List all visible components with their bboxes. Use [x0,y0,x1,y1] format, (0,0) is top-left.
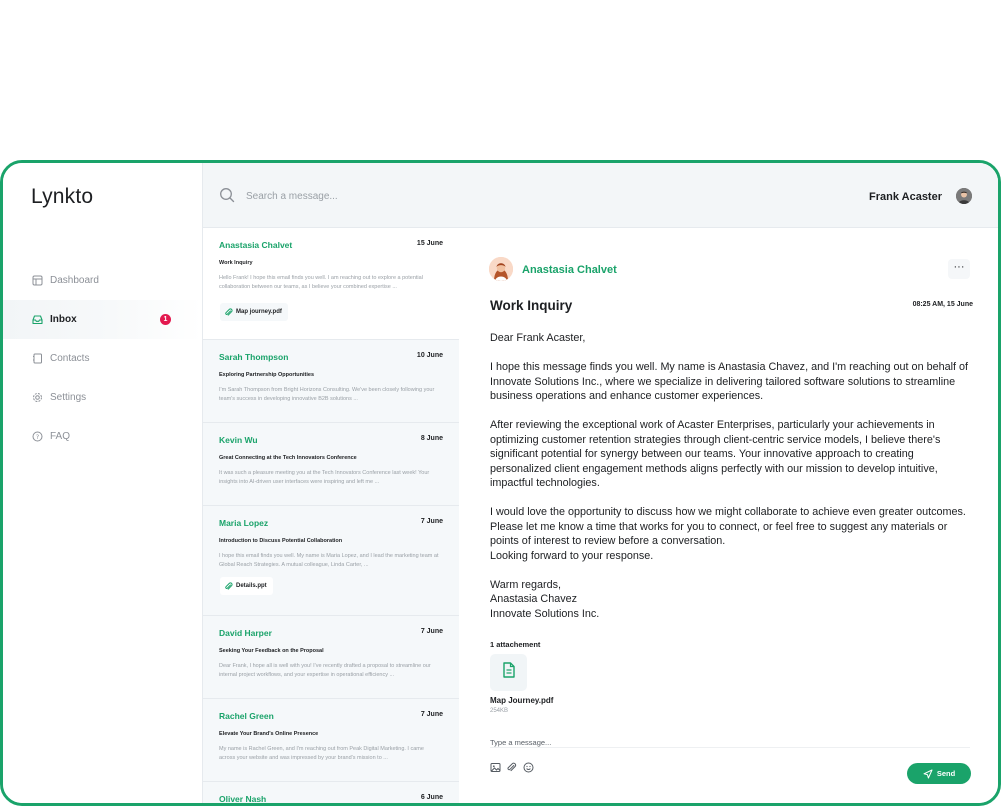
user-avatar[interactable] [956,188,972,204]
sidebar-item-label: FAQ [50,431,71,442]
email-closing-line: Looking forward to your response. [490,549,654,562]
email-view: Frank Acaster Anastasia Chalvet ··· Work… [459,163,998,803]
unread-badge: 1 [160,314,171,325]
list-item-date: 15 June [416,240,443,247]
sidebar-item-inbox[interactable]: Inbox 1 [3,300,202,339]
user-name: Frank Acaster [869,191,942,203]
svg-text:?: ? [36,433,39,441]
sidebar-item-label: Contacts [50,353,90,364]
list-item-sender: Sarah Thompson [219,352,289,362]
help-icon: ? [32,431,43,442]
sidebar-item-label: Inbox [50,314,77,325]
top-bar: Frank Acaster [459,163,998,228]
list-item-date: 6 June [420,794,443,801]
list-item-date: 7 June [420,518,443,525]
email-subject: Work Inquiry [490,298,573,313]
list-item-sender: Oliver Nash [219,794,267,804]
list-item[interactable]: Maria Lopez 7 June Introduction to Discu… [203,506,459,615]
divider [490,747,970,748]
list-item-subject: Seeking Your Feedback on the Proposal [219,648,324,654]
list-item-subject: Exploring Partnership Opportunities [219,372,315,378]
list-item-subject: Work Inquiry [219,260,253,266]
email-paragraph: I hope this message finds you well. My n… [490,361,968,402]
list-item-date: 10 June [416,352,443,359]
attachment-chip[interactable]: Map journey.pdf [220,303,288,321]
list-item-sender: Kevin Wu [219,435,258,445]
email-signature-name: Anastasia Chavez [490,593,578,605]
search-bar[interactable]: Search a message... [203,163,459,228]
sidebar-item-label: Dashboard [50,275,99,286]
sidebar-item-faq[interactable]: ? FAQ [3,417,202,456]
send-button-label: Send [936,769,956,778]
message-list-panel: Search a message... Anastasia Chalvet 15… [202,163,460,803]
list-item-date: 7 June [420,711,443,718]
list-item[interactable]: David Harper 7 June Seeking Your Feedbac… [203,616,459,698]
sidebar-item-label: Settings [50,392,87,403]
sidebar-item-dashboard[interactable]: Dashboard [3,261,202,300]
list-item[interactable]: Anastasia Chalvet 15 June Work Inquiry H… [203,228,459,339]
inbox-icon [32,314,43,325]
attachment-chip[interactable]: Details.ppt [220,577,273,595]
list-item[interactable]: Oliver Nash 6 June [203,782,459,804]
contacts-icon [32,353,43,364]
list-item-sender: David Harper [219,628,272,638]
list-item-preview: Hello Frank! I hope this email finds you… [219,275,423,290]
paperclip-icon[interactable] [506,762,517,773]
image-icon[interactable] [490,762,501,773]
gear-icon [32,392,43,403]
list-item-subject: Introduction to Discuss Potential Collab… [219,538,343,544]
sidebar-nav: Dashboard Inbox 1 Contacts Settings ? FA… [3,261,202,456]
dashboard-icon [32,275,43,286]
list-item-subject: Great Connecting at the Tech Innovators … [219,455,357,461]
list-item-preview: Dear Frank, I hope all is well with you!… [219,663,431,678]
sidebar: Lynkto Dashboard Inbox 1 Contacts Settin… [3,163,202,803]
attachment-file-size: 254KB [490,708,509,714]
list-item-sender: Anastasia Chalvet [219,240,293,250]
attachment-chip-name: Map journey.pdf [236,309,282,315]
send-icon [923,769,933,779]
email-paragraph: I would love the opportunity to discuss … [490,506,966,547]
list-item-preview: It was such a pleasure meeting you at th… [219,470,430,485]
list-item-date: 8 June [420,435,443,442]
paperclip-icon [224,581,233,591]
email-body: Dear Frank Acaster, I hope this message … [490,331,976,621]
list-item[interactable]: Sarah Thompson 10 June Exploring Partner… [203,340,459,422]
list-item-preview: My name is Rachel Green, and I'm reachin… [219,746,424,761]
list-item-date: 7 June [420,628,443,635]
app-logo: Lynkto [31,185,94,208]
more-options-button[interactable]: ··· [948,259,970,279]
email-greeting: Dear Frank Acaster, [490,332,586,344]
list-item-sender: Maria Lopez [219,518,269,528]
search-icon [219,187,235,203]
email-timestamp: 08:25 AM, 15 June [912,301,973,308]
email-signature-company: Innovate Solutions Inc. [490,607,600,620]
sender-name: Anastasia Chalvet [522,264,617,276]
paperclip-icon [224,307,233,317]
sidebar-item-contacts[interactable]: Contacts [3,339,202,378]
send-button[interactable]: Send [907,763,971,784]
list-item[interactable]: Rachel Green 7 June Elevate Your Brand's… [203,699,459,781]
list-item[interactable]: Kevin Wu 8 June Great Connecting at the … [203,423,459,505]
email-paragraph: After reviewing the exceptional work of … [490,419,941,489]
attachment-chip-name: Details.ppt [236,583,267,589]
reply-input[interactable] [490,730,970,754]
search-input[interactable]: Search a message... [246,191,338,202]
attachments-label: 1 attachement [490,640,541,649]
list-item-preview: I'm Sarah Thompson from Bright Horizons … [219,387,435,402]
list-item-sender: Rachel Green [219,711,274,721]
sidebar-item-settings[interactable]: Settings [3,378,202,417]
document-icon [502,662,516,683]
sender-avatar [489,257,513,281]
attachment-file[interactable] [490,654,527,691]
list-item-preview: I hope this email finds you well. My nam… [219,553,439,568]
email-signoff: Warm regards, [490,578,561,591]
app-window: Lynkto Dashboard Inbox 1 Contacts Settin… [0,160,1001,806]
list-item-subject: Elevate Your Brand's Online Presence [219,731,319,737]
emoji-icon[interactable] [523,762,534,773]
attachment-file-name[interactable]: Map Journey.pdf [490,696,553,705]
